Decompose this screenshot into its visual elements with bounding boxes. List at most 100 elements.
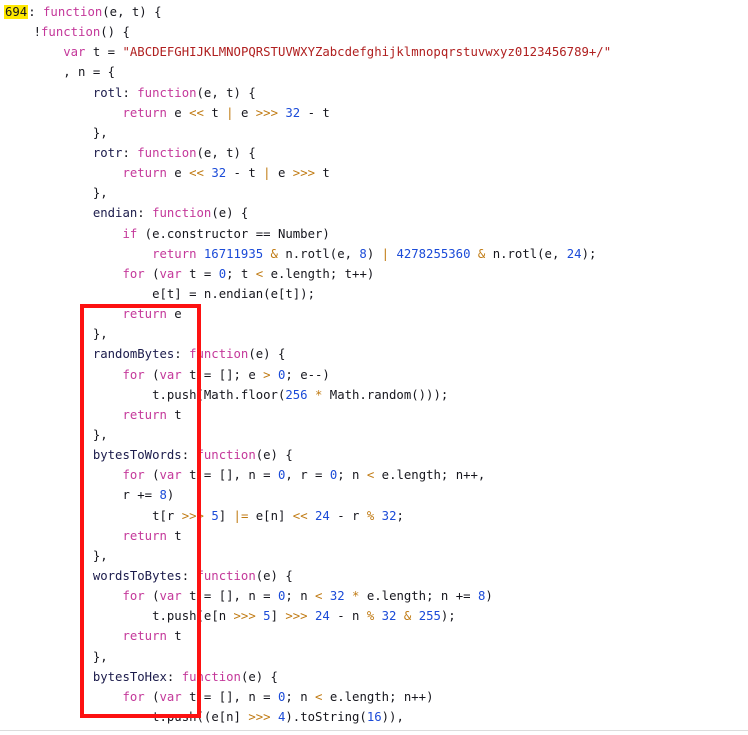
code-line: return e << t | e >>> 32 - t xyxy=(0,103,748,123)
token-ident: t xyxy=(322,166,330,181)
token-punct: ( xyxy=(144,367,160,382)
token-plain: = []; xyxy=(196,367,249,382)
code-line: }, xyxy=(0,546,748,566)
token-ident: e xyxy=(174,105,182,120)
token-ident: t xyxy=(285,286,293,301)
code-line: }, xyxy=(0,324,748,344)
token-punct: : xyxy=(166,669,182,684)
token-punct: ( xyxy=(263,286,271,301)
token-punct: : xyxy=(122,145,138,160)
token-op: | xyxy=(226,105,234,120)
code-line: !function() { xyxy=(0,22,748,42)
token-number: 256 xyxy=(285,387,308,402)
token-keyword: return xyxy=(152,246,197,261)
token-keyword: for xyxy=(122,589,145,604)
token-punct: : xyxy=(181,568,197,583)
code-line: t.push(e[n >>> 5] >>> 24 - n % 32 & 255)… xyxy=(0,606,748,626)
token-punct: ] xyxy=(233,709,241,724)
line-number[interactable]: 694 xyxy=(4,5,29,19)
token-number: 24 xyxy=(315,508,330,523)
token-ident: t.push xyxy=(152,709,197,724)
token-punct: ) { xyxy=(270,568,293,583)
token-op: << xyxy=(292,508,308,523)
token-ident: n xyxy=(248,589,256,604)
token-punct: ( xyxy=(211,206,219,221)
token-punct: ; xyxy=(389,689,404,704)
token-plain: = xyxy=(255,468,278,483)
token-prop: rotr xyxy=(92,145,123,160)
token-punct: ) { xyxy=(263,347,286,362)
token-punct: }, xyxy=(92,125,108,140)
token-plain: = xyxy=(196,266,219,281)
token-ident: r xyxy=(122,488,130,503)
code-line: return t xyxy=(0,626,748,646)
code-line: }, xyxy=(0,123,748,143)
token-ident: n xyxy=(300,589,308,604)
token-plain: = [], xyxy=(196,689,249,704)
code-line: if (e.constructor == Number) xyxy=(0,224,748,244)
code-line: t[r >>> 5] |= e[n] << 24 - r % 32; xyxy=(0,506,748,526)
code-scroll-area[interactable]: 694: function(e, t) { !function() { var … xyxy=(0,0,748,731)
token-punct: ) { xyxy=(139,5,162,19)
token-ident: n.rotl xyxy=(492,246,538,261)
token-punct: : xyxy=(181,448,197,463)
token-punct: ) { xyxy=(226,206,249,221)
token-punct: : xyxy=(122,85,138,100)
token-number: 32 xyxy=(329,589,345,604)
token-ident: n xyxy=(218,609,227,624)
token-keyword: if xyxy=(122,226,138,241)
token-op: | xyxy=(381,246,390,261)
token-ident: n.endian xyxy=(203,286,264,301)
token-punct: [ xyxy=(159,286,167,301)
code-viewer: 694: function(e, t) { !function() { var … xyxy=(0,0,748,735)
token-keyword: var xyxy=(159,367,182,382)
token-plain: - xyxy=(300,105,323,120)
token-number: 32 xyxy=(381,609,397,624)
code-line: return e xyxy=(0,304,748,324)
token-ident: e xyxy=(174,166,182,181)
token-keyword: return xyxy=(122,105,167,120)
token-punct: ( xyxy=(144,589,160,604)
token-op: >>> xyxy=(285,609,308,624)
token-string: "ABCDEFGHIJKLMNOPQRSTUVWXYZabcdefghijklm… xyxy=(122,45,612,60)
token-number: 16 xyxy=(366,709,382,724)
token-ident: t.push xyxy=(152,609,197,624)
token-punct: : xyxy=(137,206,153,221)
token-ident: t xyxy=(226,145,234,160)
code-line: for (var t = 0; t < e.length; t++) xyxy=(0,264,748,284)
token-punct: , xyxy=(117,5,132,19)
token-punct: ( xyxy=(196,85,204,100)
token-number: 32 xyxy=(381,508,397,523)
token-punct: ] xyxy=(270,609,278,624)
token-ident: n xyxy=(300,689,308,704)
token-ident: e xyxy=(248,669,256,684)
token-op: & xyxy=(270,246,278,261)
token-ident: Math.random xyxy=(329,387,412,402)
